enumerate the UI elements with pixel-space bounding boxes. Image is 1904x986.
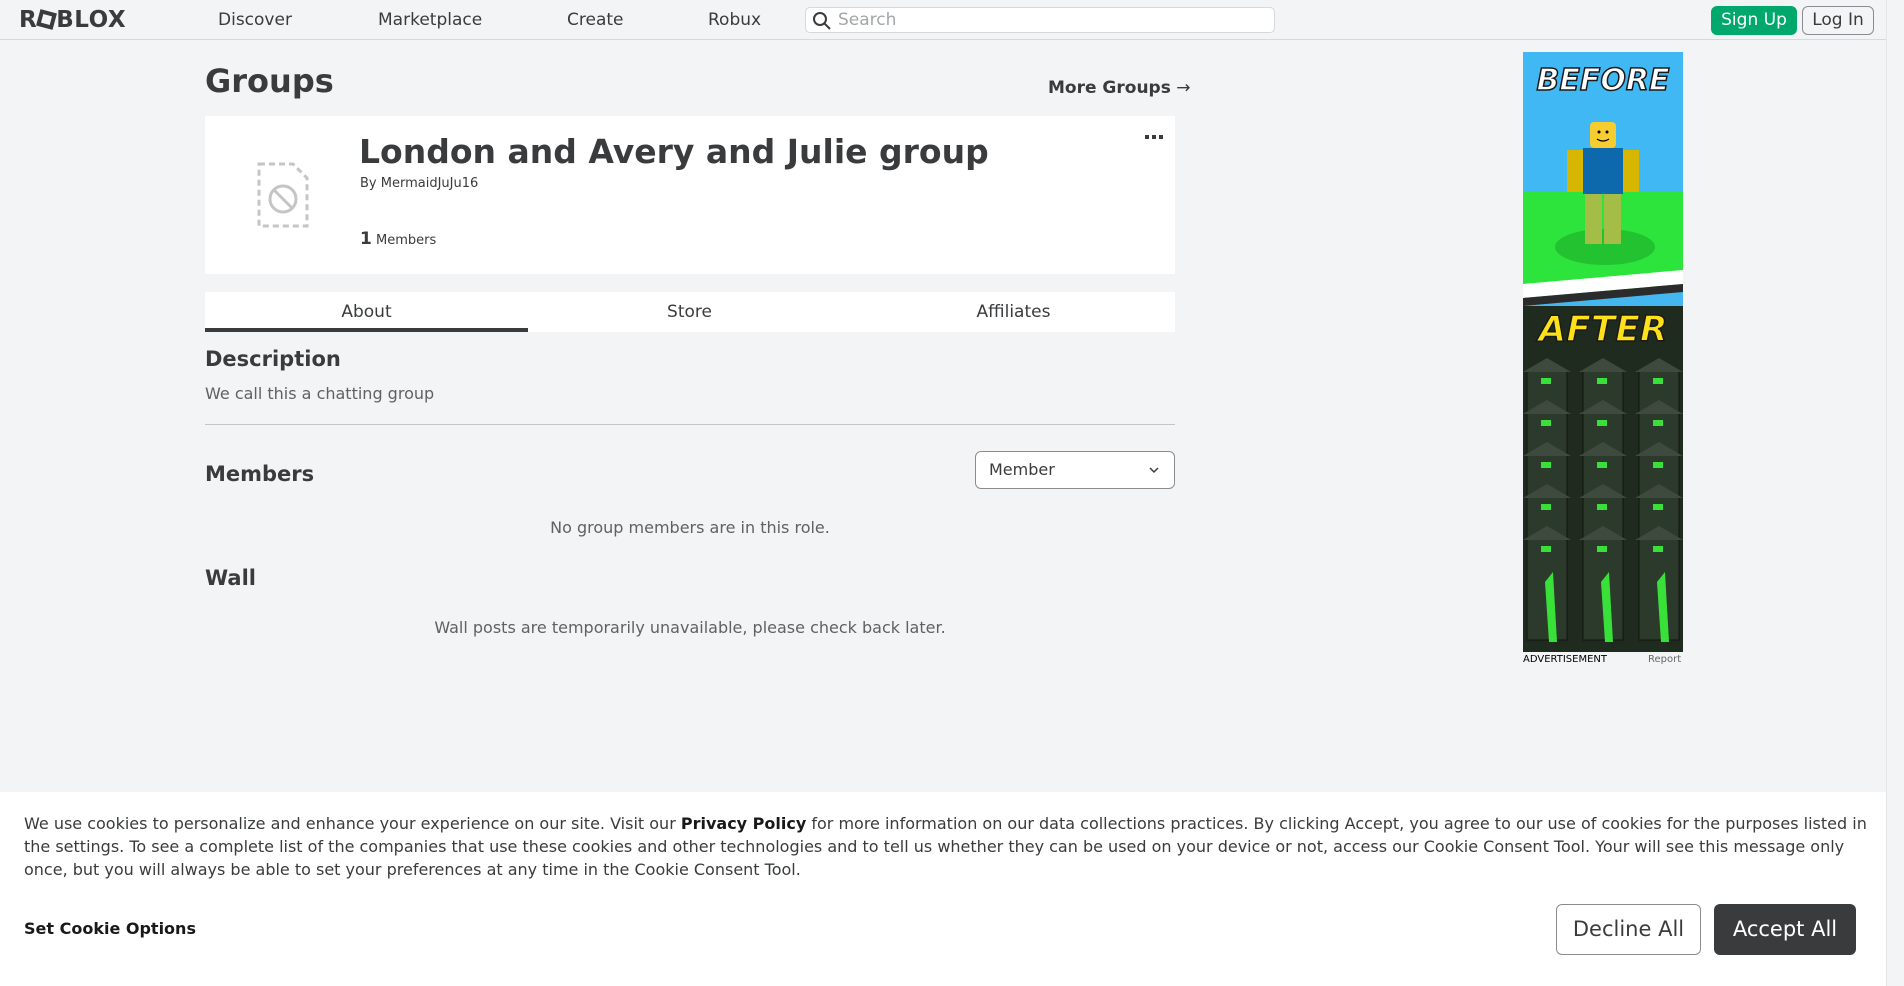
description-text: We call this a chatting group <box>205 384 435 403</box>
cookie-consent-banner: We use cookies to personalize and enhanc… <box>0 792 1886 986</box>
group-member-count: 1 Members <box>360 230 436 250</box>
advertisement-image <box>1523 52 1683 652</box>
tab-store[interactable]: Store <box>528 292 851 332</box>
description-heading: Description <box>205 347 341 371</box>
cookie-text-intro: We use cookies to personalize and enhanc… <box>24 814 681 833</box>
privacy-policy-link[interactable]: Privacy Policy <box>681 814 806 833</box>
group-owner-link[interactable]: MermaidJuJu16 <box>381 176 479 191</box>
arrow-right-icon: → <box>1170 78 1191 98</box>
member-count-number: 1 <box>360 229 372 249</box>
member-count-label: Members <box>375 233 437 248</box>
ad-headline-after: AFTER <box>1538 309 1669 351</box>
group-header-card: London and Avery and Julie group By Merm… <box>205 116 1175 274</box>
role-dropdown[interactable]: Member <box>975 451 1175 489</box>
group-emblem-placeholder-icon <box>257 162 309 228</box>
sign-up-button[interactable]: Sign Up <box>1711 6 1797 35</box>
advertisement-banner[interactable]: BEFORE AFTER <box>1523 52 1683 652</box>
log-in-button[interactable]: Log In <box>1802 6 1874 35</box>
tab-affiliates[interactable]: Affiliates <box>852 292 1175 332</box>
advertisement-label: ADVERTISEMENT <box>1523 654 1608 665</box>
nav-link-discover[interactable]: Discover <box>218 10 292 30</box>
nav-link-create[interactable]: Create <box>567 10 624 30</box>
ad-headline-before: BEFORE <box>1536 63 1670 99</box>
more-dots-icon[interactable] <box>1145 130 1163 140</box>
top-navigation-bar: R BLOX Discover Marketplace Create Robux … <box>0 0 1904 40</box>
roblox-logo-text: R BLOX <box>19 7 127 33</box>
group-owner-line: By MermaidJuJu16 <box>360 176 478 192</box>
section-divider <box>205 424 1175 425</box>
roblox-logo[interactable]: R BLOX <box>19 8 126 32</box>
wall-heading: Wall <box>205 566 256 590</box>
search-input[interactable] <box>838 10 1258 30</box>
cookie-message: We use cookies to personalize and enhanc… <box>24 812 1874 881</box>
search-icon <box>813 12 831 30</box>
members-heading: Members <box>205 462 315 486</box>
search-box[interactable] <box>805 7 1275 33</box>
members-empty-message: No group members are in this role. <box>550 518 830 537</box>
wall-unavailable-message: Wall posts are temporarily unavailable, … <box>434 618 946 637</box>
group-tabs: About Store Affiliates <box>205 292 1175 332</box>
set-cookie-options-link[interactable]: Set Cookie Options <box>24 919 196 939</box>
tab-about[interactable]: About <box>205 292 528 332</box>
page-title: Groups <box>205 62 334 100</box>
ad-report-link[interactable]: Report <box>1648 654 1681 666</box>
more-groups-link[interactable]: More Groups → <box>1048 78 1191 98</box>
more-groups-label: More Groups <box>1048 78 1171 98</box>
chevron-down-icon <box>1149 467 1159 474</box>
accept-all-button[interactable]: Accept All <box>1714 904 1856 955</box>
nav-link-robux[interactable]: Robux <box>708 10 761 30</box>
page-scrollbar[interactable] <box>1886 0 1904 986</box>
nav-link-marketplace[interactable]: Marketplace <box>378 10 482 30</box>
role-dropdown-value: Member <box>989 460 1055 479</box>
group-name: London and Avery and Julie group <box>359 132 989 171</box>
decline-all-button[interactable]: Decline All <box>1556 904 1701 955</box>
by-label: By <box>360 176 377 191</box>
